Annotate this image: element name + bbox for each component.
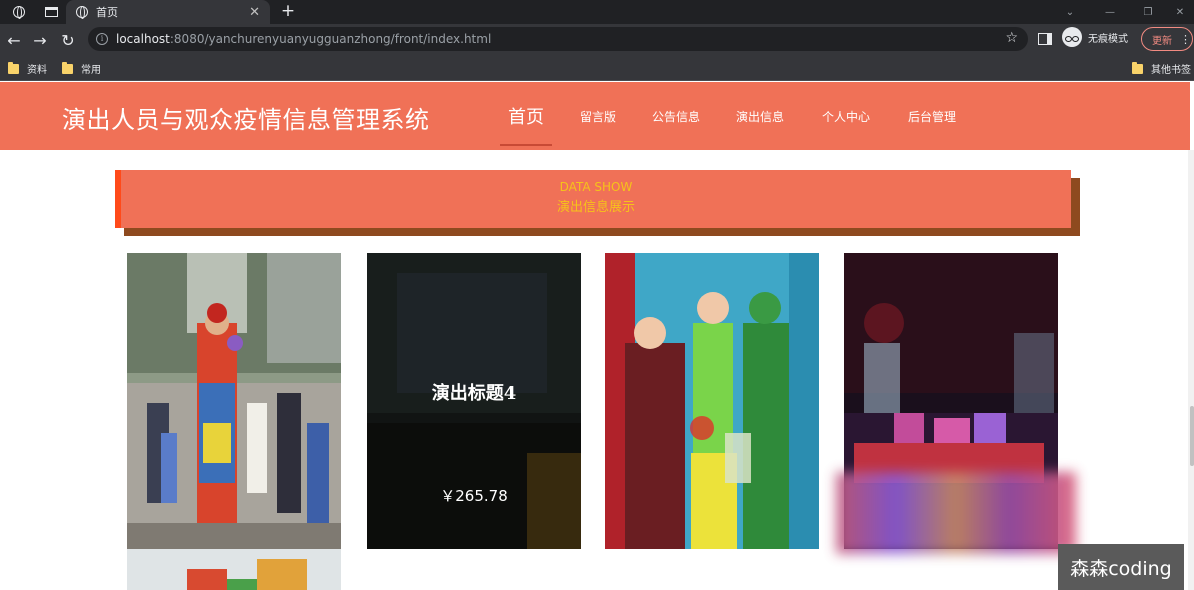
nav-performances[interactable]: 演出信息 [736,108,784,125]
performance-photo [127,549,341,590]
forward-icon[interactable]: → [28,28,52,52]
performance-card[interactable] [605,253,819,549]
nav-admin[interactable]: 后台管理 [908,108,956,125]
blurred-card-area [836,472,1076,554]
nav-home[interactable]: 首页 [508,103,544,129]
browser-tab-strip: 首页 ✕ + ⌄ — ❐ ✕ [0,0,1194,24]
section-banner: DATA SHOW 演出信息展示 [115,170,1071,228]
card-price: ￥265.78 [440,487,508,505]
other-bookmarks-label: 其他书签 [1151,65,1191,76]
other-bookmarks[interactable]: 其他书签 [1132,61,1191,76]
bookmark-label: 常用 [81,65,101,76]
mouse-cursor-highlight [690,416,714,440]
performance-card[interactable] [127,253,341,549]
side-panel-icon[interactable] [1038,33,1052,45]
incognito-indicator[interactable]: 无痕模式 [1062,27,1128,47]
reload-icon[interactable]: ↻ [56,28,80,52]
back-icon[interactable]: ← [2,28,26,52]
performance-card[interactable]: 演出标题4 ￥265.78 [367,253,581,549]
site-title: 演出人员与观众疫情信息管理系统 [62,106,430,134]
update-label: 更新 [1152,35,1172,47]
card-overlay: 演出标题4 ￥265.78 [367,253,581,549]
tab-list-icon[interactable]: ⌄ [1050,0,1090,24]
update-button[interactable]: 更新 ⋮ [1141,27,1193,51]
bookmark-folder-ziliao[interactable]: 资料 [8,61,47,76]
section-title-en: DATA SHOW [559,180,633,194]
watermark: 森森coding [1058,544,1184,590]
incognito-icon [1062,27,1082,47]
card-title: 演出标题4 [431,383,517,404]
nav-user-center[interactable]: 个人中心 [822,108,870,125]
bookmarks-bar: 资料 常用 其他书签 [0,55,1194,81]
url-path: :8080/yanchurenyuanyugguanzhong/front/in… [169,32,492,46]
performance-photo [605,253,819,549]
tab-title: 首页 [96,6,118,19]
page-scrollbar[interactable] [1188,150,1194,590]
nav-guestbook[interactable]: 留言版 [580,108,616,125]
performance-card[interactable] [127,549,341,590]
close-tab-icon[interactable]: ✕ [249,5,260,20]
tab-home[interactable]: 首页 ✕ [66,0,270,24]
browser-toolbar: ← → ↻ i localhost :8080/yanchurenyuanyug… [0,24,1194,55]
globe-icon [76,6,88,19]
folder-icon [8,61,19,74]
page-viewport: 演出人员与观众疫情信息管理系统 首页 留言版 公告信息 演出信息 个人中心 后台… [0,82,1194,590]
folder-icon [1132,61,1143,74]
browser-menu-icon[interactable] [4,0,34,24]
incognito-label: 无痕模式 [1088,33,1128,45]
section-title-cn: 演出信息展示 [556,200,635,215]
site-header: 演出人员与观众疫情信息管理系统 首页 留言版 公告信息 演出信息 个人中心 后台… [0,82,1190,150]
more-menu-icon[interactable]: ⋮ [1180,33,1191,46]
address-bar[interactable]: i localhost :8080/yanchurenyuanyugguanzh… [88,27,1028,51]
scrollbar-thumb[interactable] [1190,406,1194,466]
tab-search-icon[interactable] [36,0,66,24]
site-info-icon[interactable]: i [96,33,108,45]
new-tab-button[interactable]: + [278,0,298,24]
bookmark-star-icon[interactable]: ☆ [1005,30,1018,46]
minimize-icon[interactable]: — [1090,0,1130,24]
nav-announcements[interactable]: 公告信息 [652,108,700,125]
performance-photo [127,253,341,549]
close-window-icon[interactable]: ✕ [1160,0,1194,24]
bookmark-label: 资料 [27,65,47,76]
url-host: localhost [116,32,170,46]
folder-icon [62,61,73,74]
bookmark-folder-changyong[interactable]: 常用 [62,61,101,76]
nav-active-underline [500,144,552,146]
